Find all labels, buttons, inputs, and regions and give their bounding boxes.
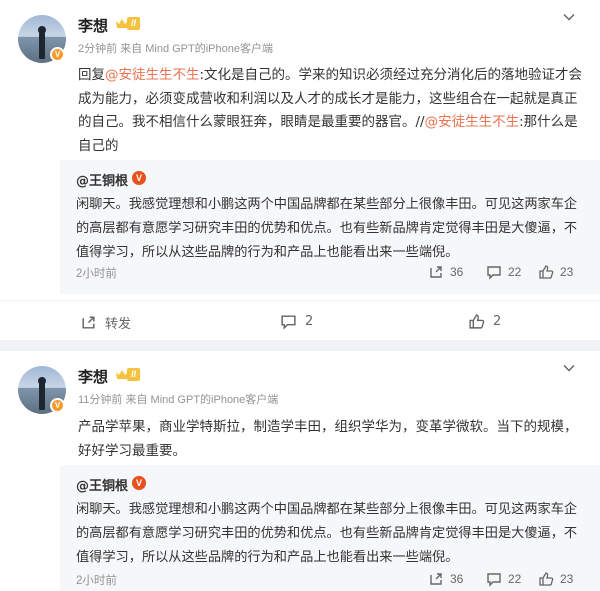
thumbs-up-icon <box>539 265 554 279</box>
like-count: 23 <box>560 572 574 586</box>
comment-icon <box>487 266 501 280</box>
repost-time: 2小时前 <box>76 575 117 587</box>
thumbs-up-icon <box>539 572 554 586</box>
verified-badge-icon: V <box>132 171 146 185</box>
repost-share-count[interactable]: 36 <box>428 571 463 587</box>
level-badge: II <box>127 368 141 381</box>
comment-count: 22 <box>508 572 522 586</box>
share-icon <box>82 316 95 329</box>
repost-text: 闲聊天。我感觉理想和小鹏这两个中国品牌都在某些部分上很像丰田。可见这两家车企的高… <box>76 197 578 260</box>
mention-link[interactable]: @安徒生生不生 <box>425 114 520 130</box>
weibo-post: V 李想 II 11分钟前 来自 Mind GPT的iPhone客户端 产品学苹… <box>0 351 600 591</box>
like-count: 2 <box>493 314 502 329</box>
mention-link[interactable]: @安徒生生不生 <box>105 67 200 83</box>
post-meta: 2分钟前 来自 Mind GPT的iPhone客户端 <box>78 43 273 55</box>
verified-badge-icon: V <box>132 476 146 490</box>
post-text: 产品学苹果，商业学特斯拉，制造学丰田，组织学华为，变革学微软。当下的规模，好好学… <box>78 419 578 459</box>
comment-icon <box>487 573 501 587</box>
comment-button[interactable]: 2 <box>280 313 313 330</box>
repost-button[interactable]: 转发 <box>80 313 131 332</box>
repost-time: 2小时前 <box>76 268 117 280</box>
repost-like-count[interactable]: 23 <box>538 264 573 280</box>
comment-count: 2 <box>305 314 314 329</box>
verified-badge-icon: V <box>50 47 65 62</box>
post-action-bar: 转发 2 2 <box>0 300 600 340</box>
thumbs-up-icon <box>469 314 485 329</box>
share-icon <box>430 573 442 585</box>
chevron-down-icon[interactable] <box>562 10 576 24</box>
avatar-figure-body <box>39 382 45 410</box>
like-count: 23 <box>560 265 574 279</box>
repost-like-count[interactable]: 23 <box>538 571 573 587</box>
repost-author[interactable]: @王铜根 <box>76 475 128 494</box>
share-count: 36 <box>450 265 464 279</box>
share-count: 36 <box>450 572 464 586</box>
comment-icon <box>281 315 296 330</box>
post-meta: 11分钟前 来自 Mind GPT的iPhone客户端 <box>78 394 279 406</box>
like-button[interactable]: 2 <box>468 313 501 330</box>
post-text: 回复@安徒生生不生:文化是自己的。学来的知识必须经过充分消化后的落地验证才会成为… <box>78 64 588 158</box>
author-name[interactable]: 李想 <box>78 15 108 36</box>
comment-count: 22 <box>508 265 522 279</box>
weibo-post: V 李想 II 2分钟前 来自 Mind GPT的iPhone客户端 回复@安徒… <box>0 0 600 340</box>
repost-text: 闲聊天。我感觉理想和小鹏这两个中国品牌都在某些部分上很像丰田。可见这两家车企的高… <box>76 502 578 565</box>
reposted-card[interactable]: @王铜根 V 闲聊天。我感觉理想和小鹏这两个中国品牌都在某些部分上很像丰田。可见… <box>60 160 600 294</box>
reposted-card[interactable]: @王铜根 V 闲聊天。我感觉理想和小鹏这两个中国品牌都在某些部分上很像丰田。可见… <box>60 465 600 591</box>
avatar-figure-body <box>39 31 45 59</box>
reply-prefix: 回复 <box>78 67 105 83</box>
share-icon <box>430 266 442 278</box>
author-name[interactable]: 李想 <box>78 366 108 387</box>
level-badge: II <box>127 17 141 30</box>
verified-badge-icon: V <box>50 398 65 413</box>
repost-label: 转发 <box>105 317 132 332</box>
repost-comment-count[interactable]: 22 <box>486 571 521 587</box>
repost-share-count[interactable]: 36 <box>428 264 463 280</box>
repost-author[interactable]: @王铜根 <box>76 170 128 189</box>
repost-comment-count[interactable]: 22 <box>486 264 521 280</box>
chevron-down-icon[interactable] <box>562 361 576 375</box>
